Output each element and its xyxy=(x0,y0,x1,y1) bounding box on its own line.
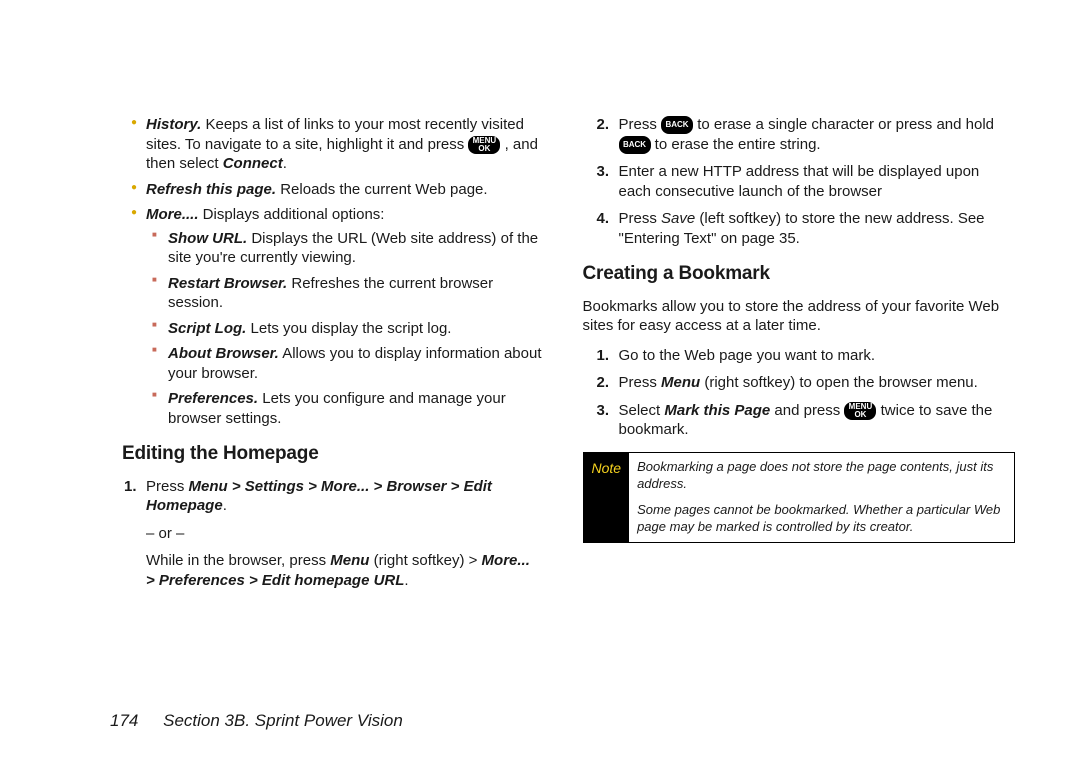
heading-creating-bookmark: Creating a Bookmark xyxy=(583,262,1016,287)
menu-path: Menu > Settings > More... > Browser > Ed… xyxy=(146,478,492,515)
text: While in the browser, press xyxy=(146,552,330,569)
section-title: Section 3B. Sprint Power Vision xyxy=(163,711,403,730)
editing-steps: 1. Press Menu > Settings > More... > Bro… xyxy=(110,477,543,591)
bm-step-3: 3. Select Mark this Page and press MENU … xyxy=(583,401,1016,440)
bullet-refresh: Refresh this page. Reloads the current W… xyxy=(110,180,543,200)
sub-lead: Restart Browser. xyxy=(168,275,287,292)
sub-lead: Show URL. xyxy=(168,230,247,247)
bullet-lead: More.... xyxy=(146,206,199,223)
menu-label: Menu xyxy=(330,552,369,569)
note-box: Note Bookmarking a page does not store t… xyxy=(583,452,1016,544)
sub-preferences: Preferences. Lets you configure and mana… xyxy=(146,389,543,428)
sub-show-url: Show URL. Displays the URL (Web site add… xyxy=(146,229,543,268)
sub-about-browser: About Browser. Allows you to display inf… xyxy=(146,344,543,383)
page-footer: 174 Section 3B. Sprint Power Vision xyxy=(110,711,403,731)
sub-restart-browser: Restart Browser. Refreshes the current b… xyxy=(146,274,543,313)
text: and press xyxy=(770,402,844,419)
note-p2: Some pages cannot be bookmarked. Whether… xyxy=(637,502,1006,536)
connect-label: Connect xyxy=(223,155,283,172)
bullet-lead: History. xyxy=(146,116,201,133)
or-separator: – or – xyxy=(146,524,543,544)
text: Press xyxy=(146,478,189,495)
text: Lets you display the script log. xyxy=(246,320,451,337)
back-key-icon: BACK xyxy=(619,136,651,154)
note-text: Bookmarking a page does not store the pa… xyxy=(629,453,1014,543)
sub-lead: Preferences. xyxy=(168,390,258,407)
bullet-lead: Refresh this page. xyxy=(146,181,276,198)
mark-page-label: Mark this Page xyxy=(664,402,770,419)
two-column-layout: History. Keeps a list of links to your m… xyxy=(110,115,1015,598)
text: Press xyxy=(619,210,662,227)
page-number: 174 xyxy=(110,711,138,730)
bookmark-intro: Bookmarks allow you to store the address… xyxy=(583,297,1016,336)
sub-lead: About Browser. xyxy=(168,345,279,362)
feature-bullet-list: History. Keeps a list of links to your m… xyxy=(110,115,543,428)
heading-editing-homepage: Editing the Homepage xyxy=(122,442,543,467)
menu-label: Menu xyxy=(661,374,700,391)
text: . xyxy=(223,497,227,514)
step-4: 4. Press Save (left softkey) to store th… xyxy=(583,209,1016,248)
text: (right softkey) to open the browser menu… xyxy=(700,374,978,391)
sub-lead: Script Log. xyxy=(168,320,246,337)
text: Reloads the current Web page. xyxy=(276,181,488,198)
step-number: 4. xyxy=(597,209,610,229)
text: Enter a new HTTP address that will be di… xyxy=(619,163,980,200)
sub-script-log: Script Log. Lets you display the script … xyxy=(146,319,543,339)
step-3: 3. Enter a new HTTP address that will be… xyxy=(583,162,1016,201)
text: Press xyxy=(619,374,662,391)
menu-ok-key-icon: MENU OK xyxy=(468,136,500,154)
text: Keeps a list of links to your most recen… xyxy=(146,116,524,153)
bm-step-2: 2. Press Menu (right softkey) to open th… xyxy=(583,373,1016,393)
bullet-more: More.... Displays additional options: Sh… xyxy=(110,205,543,428)
more-sub-list: Show URL. Displays the URL (Web site add… xyxy=(146,229,543,429)
step-1: 1. Press Menu > Settings > More... > Bro… xyxy=(110,477,543,591)
text: to erase a single character or press and… xyxy=(697,116,994,133)
menu-ok-key-icon: MENU OK xyxy=(844,402,876,420)
step-number: 3. xyxy=(597,162,610,182)
manual-page: History. Keeps a list of links to your m… xyxy=(0,0,1080,771)
back-key-icon: BACK xyxy=(661,116,693,134)
step-number: 2. xyxy=(597,373,610,393)
editing-steps-cont: 2. Press BACK to erase a single characte… xyxy=(583,115,1016,248)
text: Press xyxy=(619,116,662,133)
bullet-history: History. Keeps a list of links to your m… xyxy=(110,115,543,174)
step-number: 3. xyxy=(597,401,610,421)
note-label: Note xyxy=(584,453,630,543)
text: . xyxy=(283,155,287,172)
text: . xyxy=(404,572,408,589)
left-column: History. Keeps a list of links to your m… xyxy=(110,115,543,598)
step-number: 1. xyxy=(597,346,610,366)
bookmark-steps: 1. Go to the Web page you want to mark. … xyxy=(583,346,1016,440)
step-number: 1. xyxy=(124,477,137,497)
note-p1: Bookmarking a page does not store the pa… xyxy=(637,459,1006,493)
text: Select xyxy=(619,402,665,419)
text: to erase the entire string. xyxy=(655,136,821,153)
step-2: 2. Press BACK to erase a single characte… xyxy=(583,115,1016,154)
bm-step-1: 1. Go to the Web page you want to mark. xyxy=(583,346,1016,366)
save-label: Save xyxy=(661,210,695,227)
text: Go to the Web page you want to mark. xyxy=(619,347,876,364)
right-column: 2. Press BACK to erase a single characte… xyxy=(583,115,1016,598)
step-number: 2. xyxy=(597,115,610,135)
text: Displays additional options: xyxy=(199,206,385,223)
text: (right softkey) > xyxy=(369,552,481,569)
